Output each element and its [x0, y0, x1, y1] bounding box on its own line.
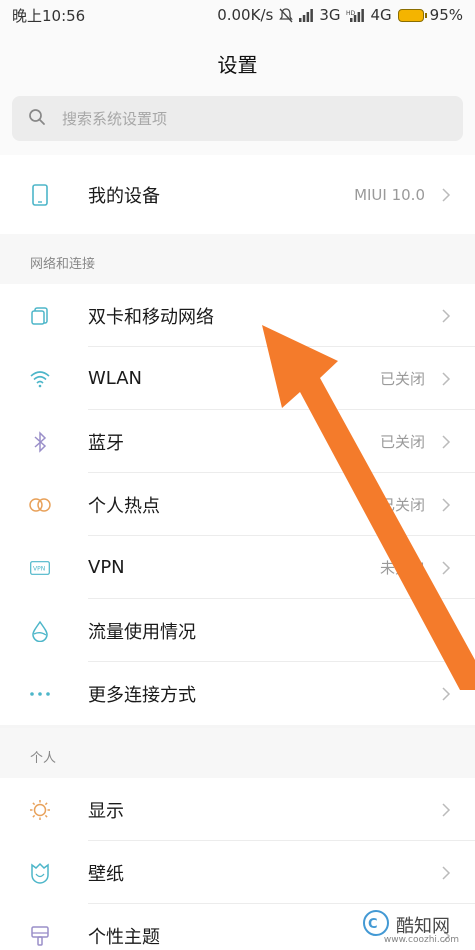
title-bar: 设置 — [0, 30, 475, 96]
status-indicators: 0.00K/s 3G HD 4G 95% — [217, 6, 463, 24]
network-speed: 0.00K/s — [217, 6, 274, 24]
search-input[interactable] — [62, 109, 422, 128]
more-connections-icon — [28, 682, 52, 706]
wifi-icon — [28, 367, 52, 391]
row-label: 蓝牙 — [88, 432, 124, 454]
chevron-right-icon — [442, 560, 451, 575]
search-area — [0, 96, 475, 155]
phone-icon — [28, 183, 52, 207]
chevron-right-icon — [442, 865, 451, 880]
status-time: 晚上10:56 — [12, 6, 86, 25]
watermark: C 酷知网 www.coozhi.com — [362, 908, 467, 945]
svg-text:C: C — [368, 917, 378, 932]
row-vpn[interactable]: VPN VPN 未开启 — [0, 536, 475, 599]
my-device-value: MIUI 10.0 — [354, 185, 425, 204]
search-box[interactable] — [12, 96, 463, 141]
bluetooth-icon — [28, 430, 52, 454]
row-wallpaper[interactable]: 壁纸 — [0, 841, 475, 904]
row-label: 个性主题 — [88, 926, 160, 948]
row-more-connections[interactable]: 更多连接方式 — [0, 662, 475, 725]
chevron-right-icon — [442, 371, 451, 386]
chevron-right-icon — [442, 497, 451, 512]
row-label: WLAN — [88, 368, 143, 389]
mute-bell-icon — [279, 7, 294, 23]
page-title: 设置 — [217, 52, 258, 77]
sim-card-icon — [28, 304, 52, 328]
row-label: 更多连接方式 — [88, 684, 196, 706]
signal-bars-icon — [299, 8, 314, 22]
theme-icon — [28, 924, 52, 948]
chevron-right-icon — [442, 187, 451, 202]
section-header-network: 网络和连接 — [0, 234, 475, 284]
display-icon — [28, 798, 52, 822]
row-value: 已关闭 — [379, 496, 425, 514]
battery-icon — [397, 8, 427, 22]
my-device-label: 我的设备 — [88, 185, 160, 207]
row-data-usage[interactable]: 流量使用情况 — [0, 599, 475, 662]
row-hotspot[interactable]: 个人热点 已关闭 — [0, 473, 475, 536]
row-label: 显示 — [88, 800, 124, 822]
row-label: 双卡和移动网络 — [88, 306, 214, 328]
data-usage-icon — [28, 619, 52, 643]
hd-signal-icon: HD — [346, 8, 365, 22]
section-title-network: 网络和连接 — [30, 257, 96, 272]
chevron-right-icon — [442, 623, 451, 638]
row-bluetooth[interactable]: 蓝牙 已关闭 — [0, 410, 475, 473]
row-label: 流量使用情况 — [88, 621, 196, 643]
section-title-personal: 个人 — [30, 751, 57, 766]
device-group: 我的设备 MIUI 10.0 — [0, 155, 475, 234]
svg-text:VPN: VPN — [33, 565, 45, 572]
battery-percent: 95% — [429, 6, 463, 24]
section-header-personal: 个人 — [0, 728, 475, 778]
my-device-row[interactable]: 我的设备 MIUI 10.0 — [0, 155, 475, 234]
search-icon — [28, 108, 46, 130]
row-value: 已关闭 — [379, 433, 425, 451]
network-group: 网络和连接 双卡和移动网络 WLAN 已关闭 蓝牙 已关闭 个人热点 已关闭 V… — [0, 234, 475, 725]
network-type-3g: 3G — [319, 6, 341, 24]
vpn-icon: VPN — [28, 556, 52, 580]
row-label: VPN — [88, 557, 125, 578]
status-bar: 晚上10:56 0.00K/s 3G HD 4G 95% — [0, 0, 475, 30]
row-value: 未开启 — [379, 559, 425, 577]
chevron-right-icon — [442, 802, 451, 817]
watermark-url: www.coozhi.com — [383, 935, 459, 945]
hotspot-icon — [28, 493, 52, 517]
row-wlan[interactable]: WLAN 已关闭 — [0, 347, 475, 410]
row-display[interactable]: 显示 — [0, 778, 475, 841]
chevron-right-icon — [442, 686, 451, 701]
row-value: 已关闭 — [379, 370, 425, 388]
row-label: 个人热点 — [88, 495, 160, 517]
network-type-4g: 4G — [370, 6, 392, 24]
chevron-right-icon — [442, 308, 451, 323]
row-label: 壁纸 — [88, 863, 124, 885]
row-dual-sim[interactable]: 双卡和移动网络 — [0, 284, 475, 347]
wallpaper-icon — [28, 861, 52, 885]
chevron-right-icon — [442, 434, 451, 449]
